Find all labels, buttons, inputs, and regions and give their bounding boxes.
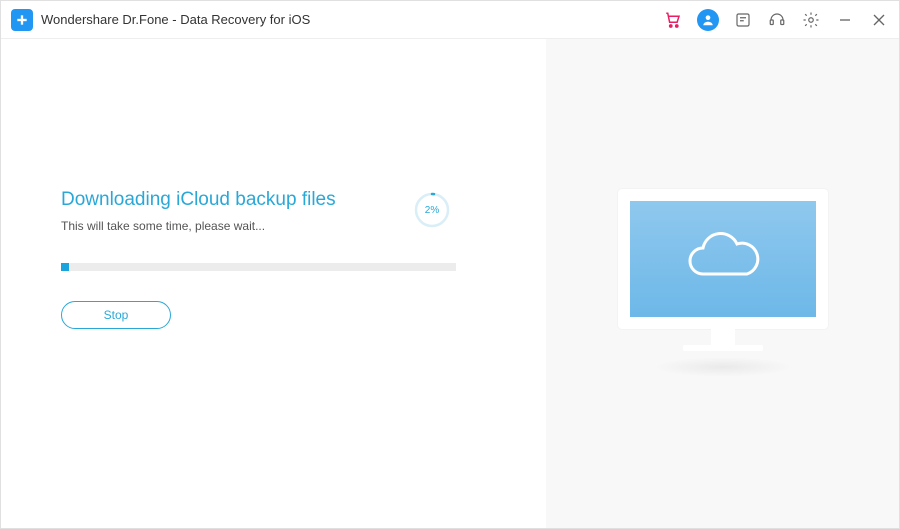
monitor-illustration bbox=[618, 189, 828, 379]
content: Downloading iCloud backup files This wil… bbox=[1, 39, 899, 528]
settings-icon[interactable] bbox=[801, 10, 821, 30]
cloud-icon bbox=[678, 229, 768, 289]
minimize-button[interactable] bbox=[835, 10, 855, 30]
download-heading: Downloading iCloud backup files bbox=[61, 189, 413, 211]
download-subtext: This will take some time, please wait... bbox=[61, 219, 413, 233]
progress-percent-label: 2% bbox=[413, 191, 451, 229]
progress-bar-fill bbox=[61, 263, 69, 271]
cart-icon[interactable] bbox=[663, 10, 683, 30]
right-pane bbox=[546, 39, 899, 528]
close-button[interactable] bbox=[869, 10, 889, 30]
window-title: Wondershare Dr.Fone - Data Recovery for … bbox=[41, 12, 310, 27]
account-icon[interactable] bbox=[697, 9, 719, 31]
left-pane: Downloading iCloud backup files This wil… bbox=[1, 39, 546, 528]
toolbar bbox=[663, 9, 889, 31]
titlebar: Wondershare Dr.Fone - Data Recovery for … bbox=[1, 1, 899, 39]
stop-button[interactable]: Stop bbox=[61, 301, 171, 329]
app-logo-icon bbox=[11, 9, 33, 31]
feedback-icon[interactable] bbox=[733, 10, 753, 30]
progress-bar bbox=[61, 263, 456, 271]
support-icon[interactable] bbox=[767, 10, 787, 30]
progress-ring: 2% bbox=[413, 191, 451, 229]
